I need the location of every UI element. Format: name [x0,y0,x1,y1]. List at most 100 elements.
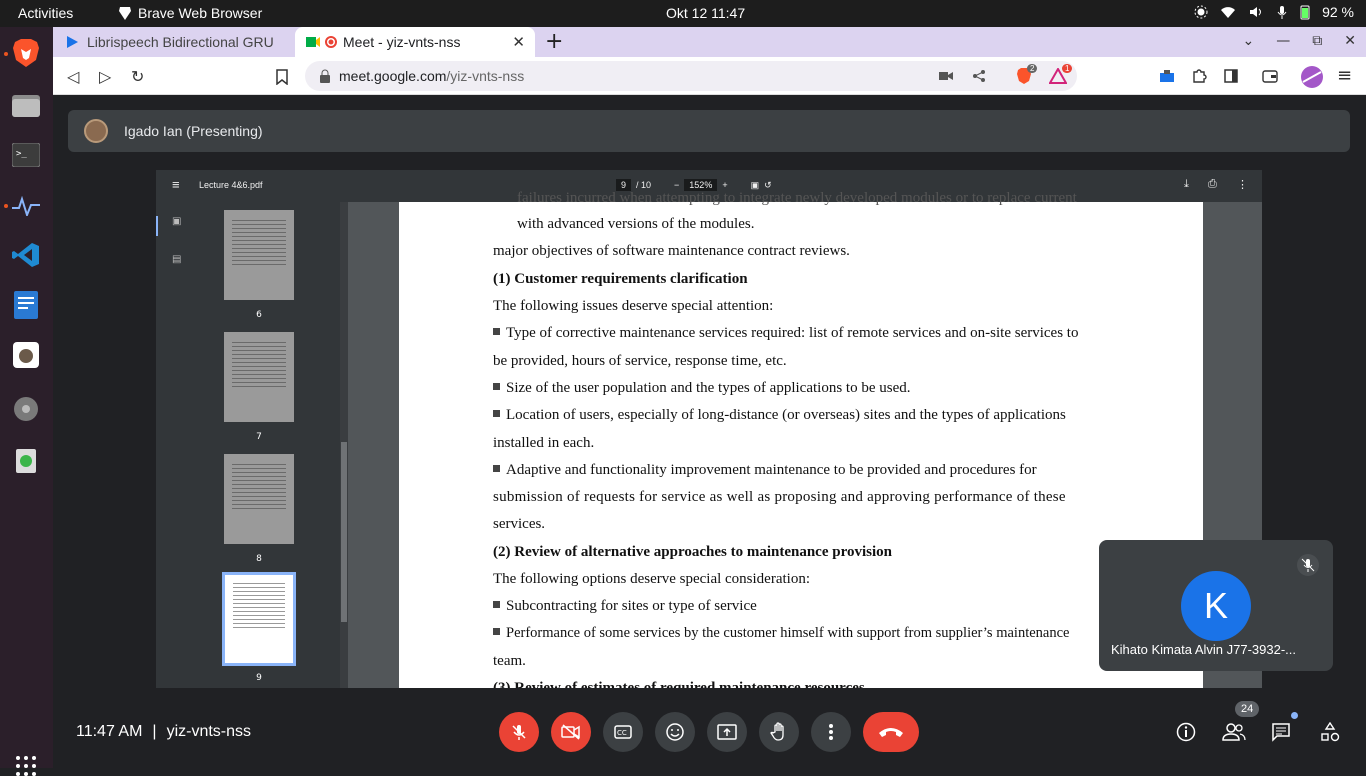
minimize-icon[interactable]: — [1276,33,1290,49]
recording-icon [325,36,337,48]
sidebar-icon[interactable] [1224,69,1238,83]
disc-icon[interactable] [10,393,42,425]
shields-badge: 2 [1027,64,1038,73]
mic-toggle-button[interactable] [499,712,539,752]
forward-icon[interactable]: ▷ [99,67,111,86]
show-applications-icon[interactable] [16,756,36,776]
tab-strip: Librispeech Bidirectional GRU Meet - yiz… [53,27,1366,57]
chevron-down-icon[interactable]: ⌄ [1243,33,1255,49]
download-icon: ⤓ [1184,178,1189,190]
page-line: be provided, hours of service, response … [493,353,787,369]
page-line: Type of corrective maintenance services … [506,325,1079,341]
address-bar[interactable]: meet.google.com/yiz-vnts-nss 2 1 [305,61,1077,91]
people-icon [1222,723,1246,741]
section-heading: (2) Review of alternative approaches to … [493,544,892,560]
wallet-icon[interactable] [1262,69,1278,83]
brightness-icon [1194,5,1208,19]
activities-button[interactable] [1316,718,1344,746]
volume-icon [1250,7,1262,17]
files-icon[interactable] [10,89,42,121]
new-tab-button[interactable]: + [545,29,563,54]
present-button[interactable] [707,712,747,752]
captions-icon: CC [614,725,632,739]
fit-page-icon: ▣ [750,179,760,190]
close-tab-icon[interactable]: ✕ [512,33,525,51]
rewards-badge: 1 [1062,64,1073,73]
wifi-icon [1221,7,1236,18]
participant-tile[interactable]: K Kihato Kimata Alvin J77-3932-... [1099,540,1333,671]
brave-lion-icon [119,7,131,20]
page-thumbnail [224,210,294,300]
activities-button[interactable]: Activities [18,5,73,21]
bullet-square [493,328,500,335]
close-window-icon[interactable]: ✕ [1344,33,1356,49]
page-line: Performance of some services by the cust… [506,625,1070,641]
section-heading: (3) Review of estimates of required main… [493,680,865,688]
tab-meet[interactable]: Meet - yiz-vnts-nss ✕ [295,27,535,57]
page-line: installed in each. [493,435,595,451]
print-icon: ⎙ [1208,178,1217,190]
hand-icon [770,722,784,741]
shared-screen: ≡ Lecture 4&6.pdf 9 / 10 − 152% + ▣ ↺ ⤓ … [156,170,1262,688]
people-button[interactable] [1220,718,1248,746]
brave-browser-icon[interactable] [10,37,42,69]
emoji-icon [666,723,684,741]
sidebar-scrollbar [340,202,348,688]
present-icon [717,724,737,740]
vscode-icon[interactable] [10,239,42,271]
raise-hand-button[interactable] [759,712,799,752]
extension-icon[interactable] [1159,69,1175,83]
outline-icon: ▤ [172,254,182,265]
captions-button[interactable]: CC [603,712,643,752]
participant-avatar: K [1181,571,1251,641]
profile-avatar[interactable] [1301,66,1323,88]
camera-icon[interactable] [939,70,953,82]
lock-icon [320,69,330,83]
restore-icon[interactable]: ⧉ [1312,33,1322,49]
leave-call-button[interactable] [863,712,919,752]
page-line: services. [493,516,546,532]
url-path: /yiz-vnts-nss [446,68,525,84]
meeting-details-button[interactable] [1172,718,1200,746]
page-total: / 10 [636,180,652,190]
terminal-icon[interactable]: >_ [10,139,42,171]
bullet-square [493,465,500,472]
participant-name: Kihato Kimata Alvin J77-3932-... [1111,642,1296,657]
hang-up-icon [879,728,903,737]
tab-label: Meet - yiz-vnts-nss [343,34,461,50]
page-line: The following issues deserve special att… [493,298,774,314]
trash-icon[interactable] [10,443,42,475]
menu-icon[interactable]: ≡ [1337,65,1352,86]
page-line: Location of users, especially of long-di… [506,407,1066,423]
shapes-icon [1321,722,1340,742]
camera-toggle-button[interactable] [551,712,591,752]
chat-notification-dot [1291,712,1298,719]
back-icon[interactable]: ◁ [67,67,79,86]
reactions-button[interactable] [655,712,695,752]
system-monitor-icon[interactable] [10,190,42,222]
chat-button[interactable] [1268,712,1298,746]
page-line: with advanced versions of the modules. [517,216,755,232]
clock[interactable]: Okt 12 11:47 [666,5,745,21]
reload-icon[interactable]: ↻ [131,67,144,86]
camera-off-icon [561,724,580,740]
bookmark-icon[interactable] [276,69,288,85]
battery-percent: 92 % [1322,4,1354,20]
share-icon[interactable] [972,69,986,83]
app-menu[interactable]: Brave Web Browser [118,5,262,21]
page-thumbnail-selected [222,572,296,666]
bullet-square [493,628,500,635]
system-tray[interactable]: 92 % [1194,4,1354,20]
more-options-button[interactable] [811,712,851,752]
system-top-bar: Activities Brave Web Browser Okt 12 11:4… [0,0,1366,27]
puzzle-icon[interactable] [1191,68,1207,84]
page-line: team. [493,653,526,669]
gimp-icon[interactable] [10,339,42,371]
tab-librispeech[interactable]: Librispeech Bidirectional GRU [53,27,293,57]
page-thumbnail [224,332,294,422]
page-line: submission of requests for service as we… [493,489,1066,505]
window-controls: ⌄ — ⧉ ✕ [1243,33,1356,49]
toolbar: ◁ ▷ ↻ meet.google.com/yiz-vnts-nss 2 1 ≡ [53,57,1366,95]
document-viewer-icon[interactable] [10,289,42,321]
meeting-info: 11:47 AM | yiz-vnts-nss [76,723,252,740]
